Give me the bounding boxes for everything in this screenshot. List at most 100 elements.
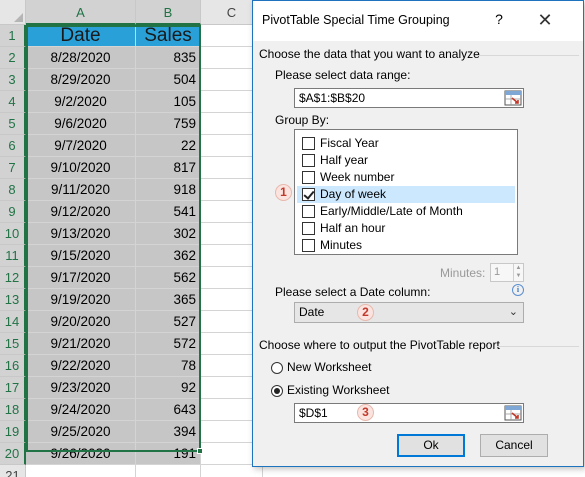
row-header[interactable]: 13	[0, 289, 26, 311]
row-header[interactable]: 10	[0, 223, 26, 245]
sales-cell[interactable]: 759	[136, 113, 201, 135]
option-day-of-week[interactable]: Day of week	[297, 186, 515, 203]
minutes-spinner[interactable]: 1 ▲ ▼	[490, 263, 524, 282]
sales-cell[interactable]: 394	[136, 421, 201, 443]
option-minutes[interactable]: Minutes	[297, 237, 515, 254]
help-icon[interactable]: ?	[489, 11, 509, 27]
sales-cell[interactable]: 918	[136, 179, 201, 201]
sales-cell[interactable]: 105	[136, 91, 201, 113]
new-worksheet-label[interactable]: New Worksheet	[287, 360, 371, 374]
sales-cell[interactable]: 362	[136, 245, 201, 267]
sales-cell[interactable]: 572	[136, 333, 201, 355]
date-cell[interactable]: 9/24/2020	[26, 399, 136, 421]
sales-cell[interactable]: 365	[136, 289, 201, 311]
spinner-arrows-icon[interactable]: ▲ ▼	[513, 264, 523, 281]
date-cell[interactable]: 9/15/2020	[26, 245, 136, 267]
date-cell[interactable]: 9/2/2020	[26, 91, 136, 113]
option-early-middle-late[interactable]: Early/Middle/Late of Month	[297, 203, 515, 220]
date-cell[interactable]: 9/22/2020	[26, 355, 136, 377]
date-cell[interactable]: 9/19/2020	[26, 289, 136, 311]
existing-worksheet-label[interactable]: Existing Worksheet	[287, 383, 390, 397]
date-cell[interactable]: 9/10/2020	[26, 157, 136, 179]
range-picker-icon[interactable]	[504, 90, 522, 106]
close-icon[interactable]: ✕	[532, 8, 558, 32]
step-badge-1: 1	[275, 184, 292, 201]
date-cell[interactable]: 9/7/2020	[26, 135, 136, 157]
empty-cell[interactable]	[26, 465, 136, 477]
sales-cell[interactable]: 817	[136, 157, 201, 179]
date-cell[interactable]: 8/29/2020	[26, 69, 136, 91]
radio-new-worksheet[interactable]	[271, 362, 283, 374]
row-header[interactable]: 11	[0, 245, 26, 267]
header-cell-date[interactable]: Date	[26, 25, 136, 47]
dialog-titlebar[interactable]: PivotTable Special Time Grouping ? ✕	[253, 1, 583, 41]
ok-button[interactable]: Ok	[397, 434, 465, 457]
date-cell[interactable]: 9/11/2020	[26, 179, 136, 201]
date-cell[interactable]: 9/20/2020	[26, 311, 136, 333]
row-header[interactable]: 17	[0, 377, 26, 399]
row-header[interactable]: 16	[0, 355, 26, 377]
row-header[interactable]: 14	[0, 311, 26, 333]
checkbox-minutes[interactable]	[302, 239, 315, 252]
output-location-input[interactable]: $D$1	[294, 403, 524, 423]
sales-cell[interactable]: 643	[136, 399, 201, 421]
sales-cell[interactable]: 835	[136, 47, 201, 69]
row-header[interactable]: 9	[0, 201, 26, 223]
option-label: Week number	[320, 170, 395, 184]
row-header[interactable]: 6	[0, 135, 26, 157]
checkbox-early-middle-late[interactable]	[302, 205, 315, 218]
row-header[interactable]: 1	[0, 25, 26, 47]
date-cell[interactable]: 9/17/2020	[26, 267, 136, 289]
row-header[interactable]: 15	[0, 333, 26, 355]
sales-cell[interactable]: 22	[136, 135, 201, 157]
select-all-corner[interactable]	[0, 0, 26, 25]
checkbox-day-of-week[interactable]	[302, 188, 315, 201]
date-cell[interactable]: 9/21/2020	[26, 333, 136, 355]
sales-cell[interactable]: 527	[136, 311, 201, 333]
checkbox-half-year[interactable]	[302, 154, 315, 167]
row-header[interactable]: 12	[0, 267, 26, 289]
output-picker-icon[interactable]	[504, 405, 522, 421]
row-header[interactable]: 4	[0, 91, 26, 113]
sales-cell[interactable]: 92	[136, 377, 201, 399]
option-half-year[interactable]: Half year	[297, 152, 515, 169]
sales-cell[interactable]: 191	[136, 443, 201, 465]
empty-cell[interactable]	[136, 465, 201, 477]
sales-cell[interactable]: 562	[136, 267, 201, 289]
row-header[interactable]: 5	[0, 113, 26, 135]
sales-cell[interactable]: 78	[136, 355, 201, 377]
sales-cell[interactable]: 302	[136, 223, 201, 245]
fill-handle[interactable]	[197, 448, 203, 454]
date-cell[interactable]: 9/26/2020	[26, 443, 136, 465]
column-header-b[interactable]: B	[136, 0, 201, 25]
sales-cell[interactable]: 541	[136, 201, 201, 223]
date-cell[interactable]: 9/6/2020	[26, 113, 136, 135]
info-icon[interactable]: i	[512, 284, 524, 296]
date-column-select[interactable]: Date ⌄	[294, 302, 524, 323]
row-header[interactable]: 21	[0, 465, 26, 477]
radio-existing-worksheet[interactable]	[271, 385, 283, 397]
row-header[interactable]: 18	[0, 399, 26, 421]
row-header[interactable]: 20	[0, 443, 26, 465]
column-header-a[interactable]: A	[26, 0, 136, 25]
row-header[interactable]: 19	[0, 421, 26, 443]
date-cell[interactable]: 8/28/2020	[26, 47, 136, 69]
cancel-button[interactable]: Cancel	[480, 434, 548, 457]
option-fiscal-year[interactable]: Fiscal Year	[297, 135, 515, 152]
checkbox-fiscal-year[interactable]	[302, 137, 315, 150]
header-cell-sales[interactable]: Sales	[136, 25, 201, 47]
checkbox-week-number[interactable]	[302, 171, 315, 184]
date-cell[interactable]: 9/23/2020	[26, 377, 136, 399]
row-header[interactable]: 2	[0, 47, 26, 69]
date-cell[interactable]: 9/12/2020	[26, 201, 136, 223]
range-input[interactable]: $A$1:$B$20	[294, 88, 524, 108]
sales-cell[interactable]: 504	[136, 69, 201, 91]
date-cell[interactable]: 9/25/2020	[26, 421, 136, 443]
option-half-an-hour[interactable]: Half an hour	[297, 220, 515, 237]
checkbox-half-an-hour[interactable]	[302, 222, 315, 235]
row-header[interactable]: 3	[0, 69, 26, 91]
date-cell[interactable]: 9/13/2020	[26, 223, 136, 245]
option-week-number[interactable]: Week number	[297, 169, 515, 186]
row-header[interactable]: 8	[0, 179, 26, 201]
row-header[interactable]: 7	[0, 157, 26, 179]
